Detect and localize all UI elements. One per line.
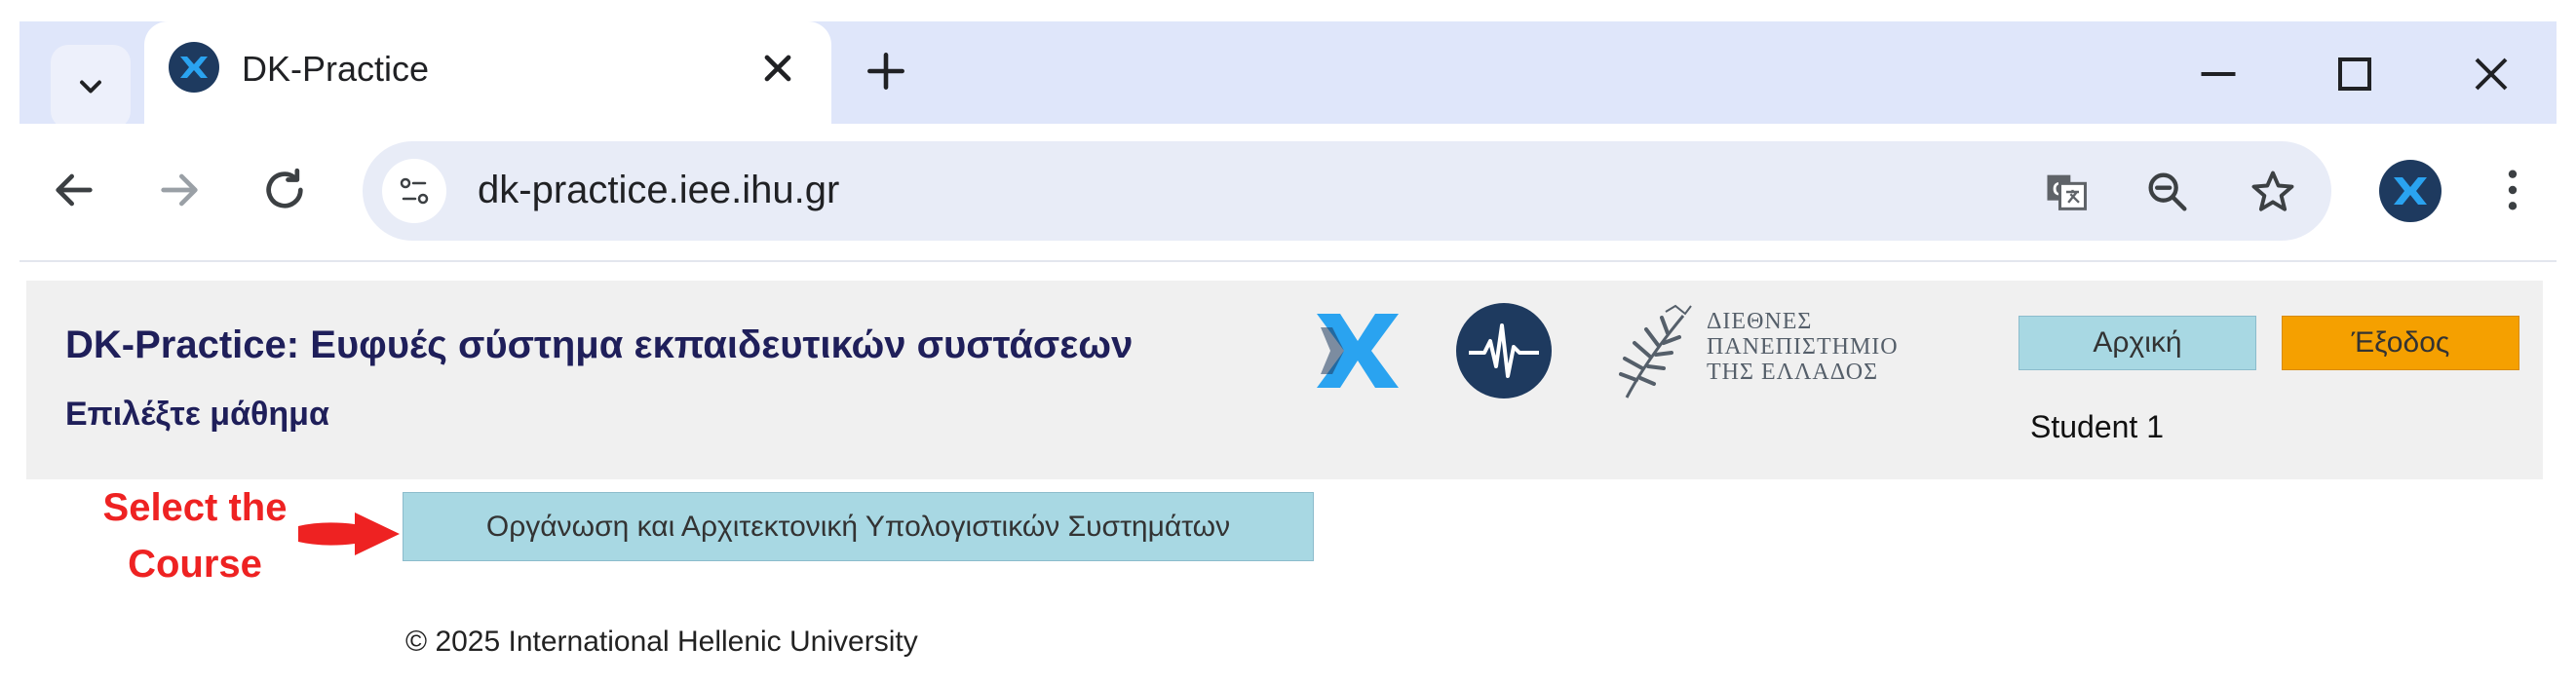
- forward-arrow-icon[interactable]: [152, 163, 207, 217]
- olive-branch-icon: [1619, 304, 1692, 398]
- tab-title: DK-Practice: [242, 49, 430, 89]
- dk-favicon-icon: [169, 42, 219, 93]
- course-button[interactable]: Οργάνωση και Αρχιτεκτονική Υπολογιστικών…: [403, 492, 1314, 561]
- tab-dk-practice[interactable]: DK-Practice: [144, 21, 831, 124]
- translate-icon[interactable]: G: [2041, 167, 2092, 217]
- url-text: dk-practice.iee.ihu.gr: [478, 169, 840, 211]
- minimize-icon[interactable]: [2189, 45, 2248, 103]
- home-button[interactable]: Αρχική: [2019, 316, 2256, 370]
- more-vert-icon[interactable]: [2485, 163, 2540, 217]
- zoom-out-icon[interactable]: [2142, 167, 2193, 217]
- annotation-line-2: Course: [128, 543, 262, 586]
- screen: DK-Practice dk-practice.iee.ihu.gr DK-Pr…: [0, 0, 2576, 683]
- close-icon[interactable]: [756, 47, 799, 90]
- user-name: Student 1: [2030, 409, 2164, 444]
- dk-logo-icon: [1317, 314, 1399, 388]
- logout-button[interactable]: Έξοδος: [2282, 316, 2519, 370]
- maximize-icon[interactable]: [2326, 45, 2384, 103]
- star-icon[interactable]: [2248, 167, 2298, 217]
- browser-toolbar: dk-practice.iee.ihu.gr G: [19, 124, 2557, 262]
- site-info-button[interactable]: [382, 159, 446, 223]
- window-close-icon[interactable]: [2462, 45, 2520, 103]
- waveform-logo-icon: [1456, 303, 1552, 398]
- tab-strip: DK-Practice: [19, 21, 2557, 129]
- chevron-down-icon: [80, 80, 101, 94]
- address-bar[interactable]: dk-practice.iee.ihu.gr G: [363, 141, 2331, 241]
- site-info-icon: [400, 177, 429, 205]
- ihu-logo-line-1: ΔΙΕΘΝΕΣ: [1707, 309, 1813, 334]
- page-title: DK-Practice: Ευφυές σύστημα εκπαιδευτικώ…: [65, 323, 1134, 366]
- select-course-annotation: Select the Course: [58, 479, 331, 592]
- ihu-logo-line-3: ΤΗΣ ΕΛΛΑΔΟΣ: [1707, 360, 1879, 385]
- plus-icon[interactable]: [862, 47, 910, 95]
- ihu-logo: ΔΙΕΘΝΕΣ ΠΑΝΕΠΙΣΤΗΜΙΟ ΤΗΣ ΕΛΛΑΔΟΣ: [1607, 302, 1978, 409]
- page-subtitle: Επιλέξτε μάθημα: [65, 396, 329, 433]
- tab-search-button[interactable]: [51, 45, 131, 129]
- footer-copyright: © 2025 International Hellenic University: [405, 626, 918, 658]
- back-arrow-icon[interactable]: [47, 163, 101, 217]
- reload-icon[interactable]: [257, 163, 312, 217]
- arrow-right-icon: [298, 512, 400, 555]
- ihu-logo-line-2: ΠΑΝΕΠΙΣΤΗΜΙΟ: [1707, 334, 1899, 360]
- site-header: DK-Practice: Ευφυές σύστημα εκπαιδευτικώ…: [26, 281, 2543, 479]
- annotation-line-1: Select the: [102, 486, 288, 529]
- profile-icon[interactable]: [2378, 159, 2442, 223]
